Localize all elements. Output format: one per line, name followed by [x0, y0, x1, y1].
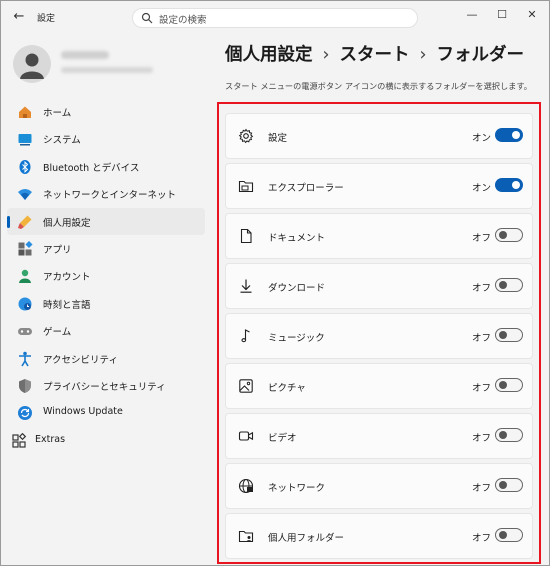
- arrow-left-icon: ←: [13, 9, 25, 24]
- sidebar-item-time-language[interactable]: 時刻と言語: [7, 290, 205, 317]
- user-name-blurred: [61, 51, 109, 59]
- sidebar-item-label: アカウント: [43, 272, 91, 284]
- sidebar-item-personalization[interactable]: 個人用設定: [7, 207, 205, 235]
- sidebar-item-label: ネットワークとインターネット: [43, 190, 177, 202]
- sidebar-item-label: Windows Update: [43, 406, 123, 418]
- selection-indicator: [7, 215, 10, 228]
- windows-update-icon: [18, 406, 32, 421]
- sidebar-item-label: ホーム: [43, 108, 72, 119]
- extras-icon: [12, 432, 27, 448]
- title-bar: ← 設定 設定の検索 — ☐ ✕: [1, 1, 549, 35]
- minimize-icon: —: [466, 8, 478, 21]
- breadcrumb-personalization[interactable]: 個人用設定: [225, 41, 313, 66]
- sidebar-item-label: アクセシビリティ: [43, 354, 118, 366]
- sidebar-item-label: ゲーム: [43, 327, 72, 339]
- shield-icon: [19, 378, 31, 393]
- accessibility-icon: [19, 351, 31, 366]
- sidebar-item-home[interactable]: ホーム: [7, 98, 205, 125]
- sidebar-item-bluetooth[interactable]: Bluetooth とデバイス: [7, 153, 205, 180]
- bluetooth-icon: [19, 159, 31, 174]
- breadcrumb-start[interactable]: スタート: [340, 41, 410, 66]
- sidebar-item-accounts[interactable]: アカウント: [7, 262, 205, 289]
- avatar[interactable]: [13, 45, 51, 83]
- sidebar-item-system[interactable]: システム: [7, 125, 205, 152]
- system-icon: [18, 134, 32, 146]
- breadcrumb-separator: ›: [419, 45, 427, 65]
- sidebar-item-label: 個人用設定: [43, 217, 91, 229]
- sidebar-item-privacy[interactable]: プライバシーとセキュリティ: [7, 372, 205, 399]
- sidebar-item-gaming[interactable]: ゲーム: [7, 317, 205, 344]
- maximize-icon: ☐: [497, 8, 507, 21]
- account-icon: [19, 270, 31, 284]
- sidebar-item-extras[interactable]: Extras: [7, 427, 205, 454]
- apps-icon: [18, 240, 33, 256]
- close-icon: ✕: [527, 8, 537, 21]
- sidebar-item-label: プライバシーとセキュリティ: [43, 381, 166, 393]
- sidebar-item-label: システム: [43, 135, 81, 147]
- sidebar-item-apps[interactable]: アプリ: [7, 235, 205, 262]
- search-icon: [141, 12, 153, 24]
- sidebar-nav: ホーム システム Bluetooth とデバイス ネットワークとインターネット …: [1, 98, 211, 454]
- search-input[interactable]: 設定の検索: [132, 8, 418, 28]
- user-email-blurred: [61, 67, 153, 73]
- gaming-icon: [18, 328, 32, 336]
- personalization-icon: [18, 215, 32, 229]
- breadcrumb-folders: フォルダー: [436, 45, 525, 65]
- breadcrumb: 個人用設定 › スタート › フォルダー: [225, 41, 524, 66]
- page-description: スタート メニューの電源ボタン アイコンの横に表示するフォルダーを選択します。: [225, 81, 532, 91]
- sidebar-item-network[interactable]: ネットワークとインターネット: [7, 180, 205, 207]
- search-placeholder: 設定の検索: [159, 15, 207, 26]
- sidebar-item-label: 時刻と言語: [43, 299, 91, 311]
- sidebar-item-label: Extras: [35, 433, 66, 445]
- time-language-icon: [18, 297, 32, 311]
- home-icon: [19, 106, 31, 118]
- wifi-icon: [18, 189, 32, 201]
- sidebar-item-windows-update[interactable]: Windows Update: [7, 399, 205, 426]
- highlight-box: [217, 102, 541, 564]
- sidebar-item-accessibility[interactable]: アクセシビリティ: [7, 345, 205, 372]
- app-title: 設定: [37, 14, 56, 24]
- breadcrumb-separator: ›: [322, 45, 330, 65]
- settings-window: ← 設定 設定の検索 — ☐ ✕ ホーム システム Bluetooth とデバイ…: [0, 0, 550, 566]
- sidebar-item-label: アプリ: [43, 244, 72, 256]
- minimize-button[interactable]: —: [457, 5, 487, 25]
- back-button[interactable]: ←: [11, 9, 27, 25]
- close-button[interactable]: ✕: [517, 5, 547, 25]
- sidebar-item-label: Bluetooth とデバイス: [43, 162, 140, 174]
- maximize-button[interactable]: ☐: [487, 5, 517, 25]
- user-icon: [20, 53, 44, 79]
